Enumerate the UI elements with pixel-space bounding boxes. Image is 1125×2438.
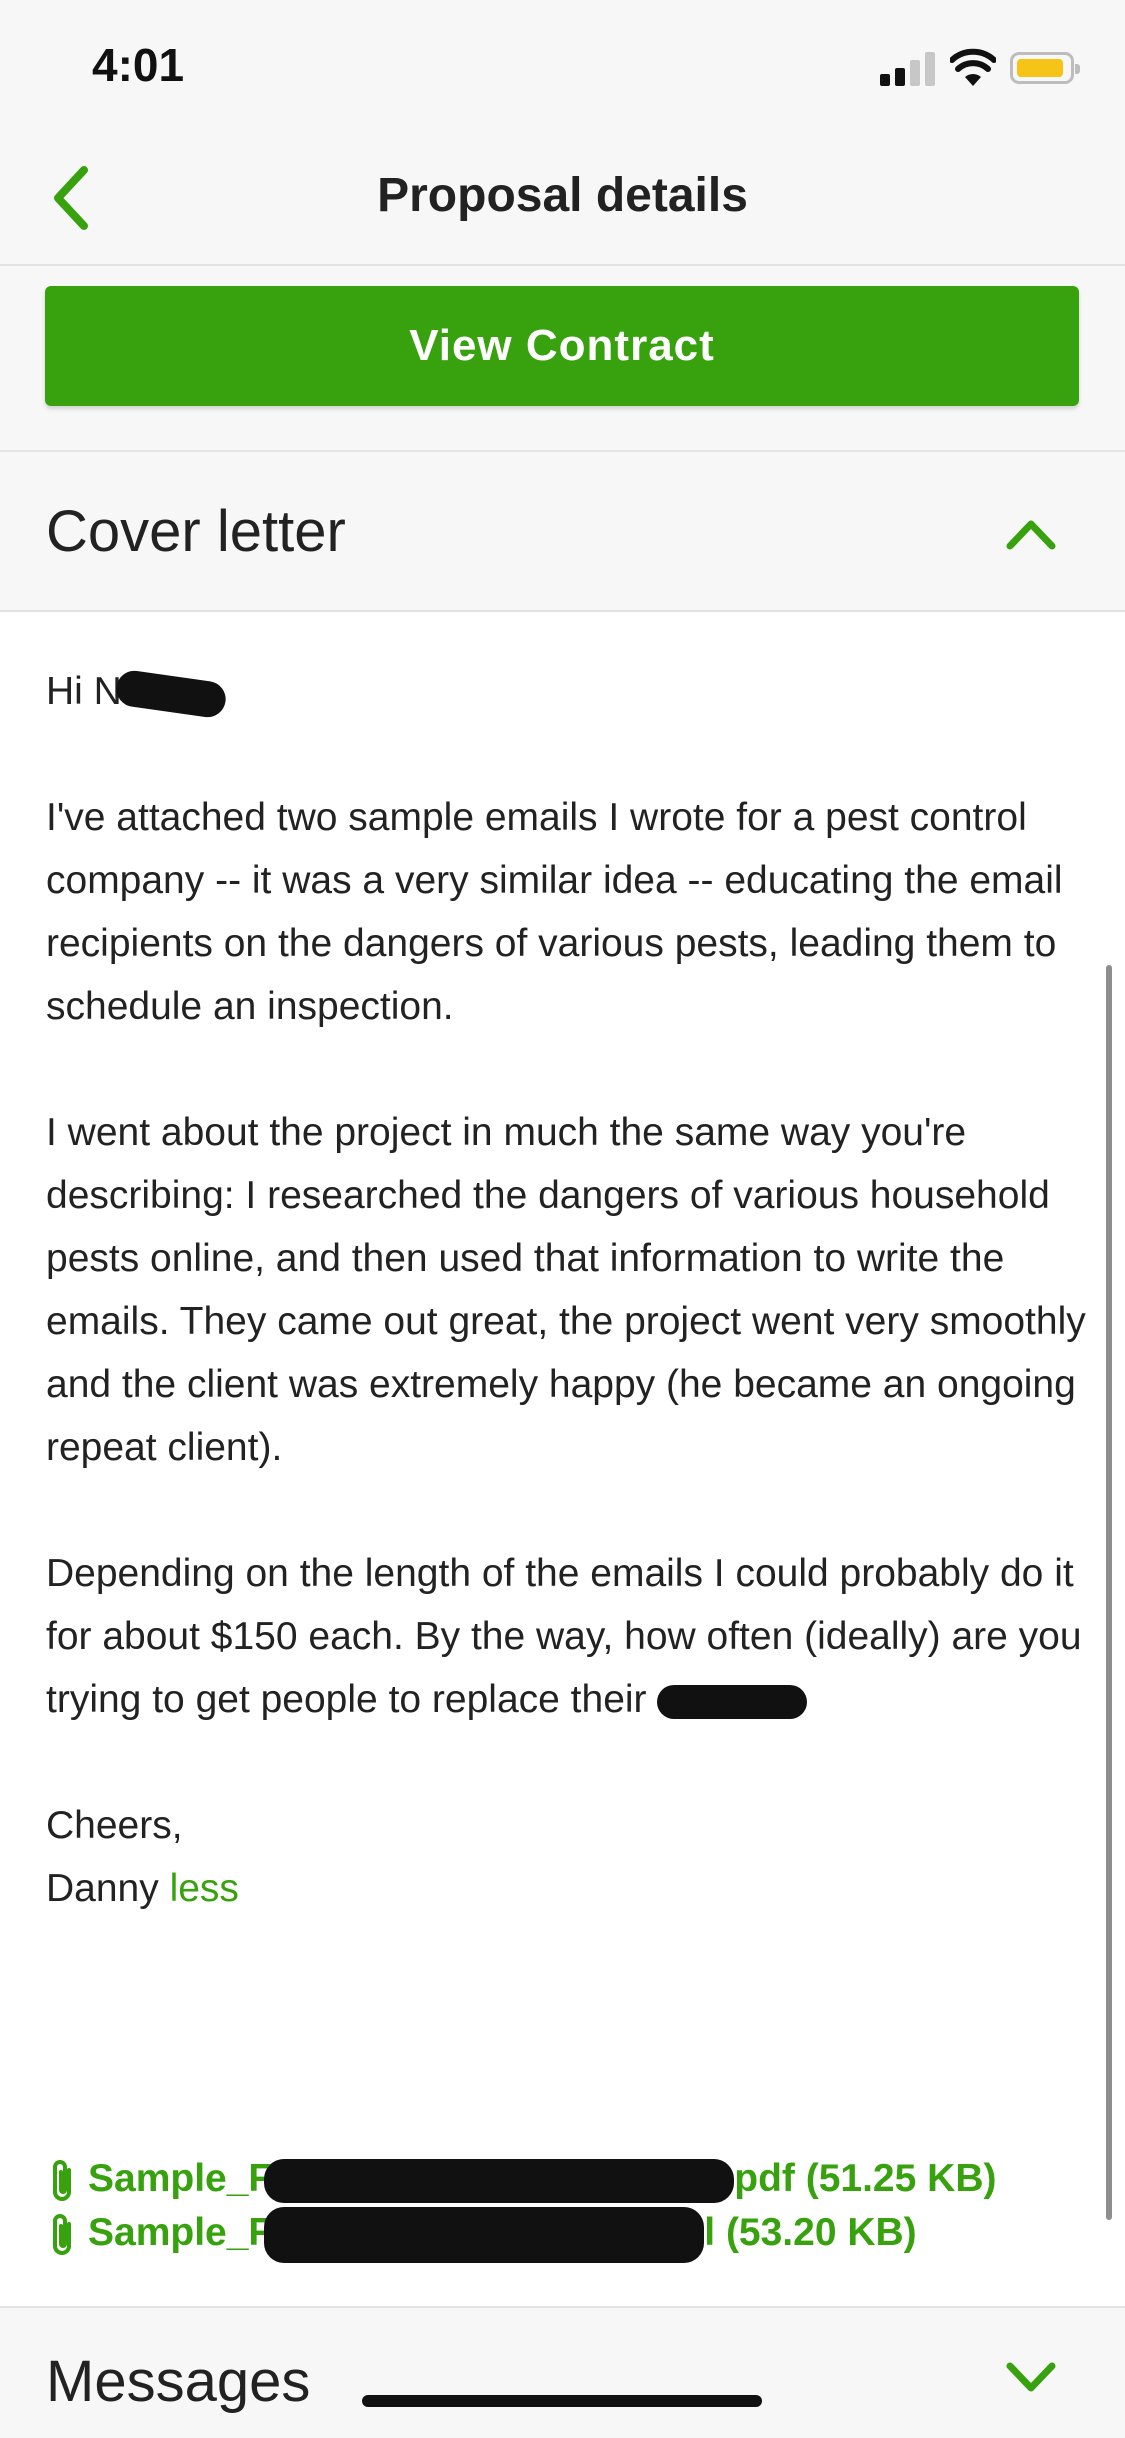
contract-section: View Contract: [0, 266, 1125, 452]
redacted-text: [657, 1684, 808, 1719]
chevron-down-icon[interactable]: [1004, 2358, 1058, 2398]
cover-letter-header[interactable]: Cover letter: [0, 452, 1125, 612]
letter-paragraph: I went about the project in much the sam…: [46, 1111, 1097, 1469]
less-link[interactable]: less: [170, 1867, 239, 1910]
status-bar: 4:01: [0, 0, 1125, 140]
status-time: 4:01: [92, 39, 185, 91]
attachment-size: (53.20 KB): [725, 2211, 917, 2254]
letter-greeting: Hi N: [46, 660, 1086, 723]
attachment-size: (51.25 KB): [805, 2157, 997, 2200]
attachment-link[interactable]: Sample_F l (53.20 KB): [46, 2206, 1106, 2263]
wifi-icon: [950, 48, 996, 86]
letter-signature-line: Danny less: [46, 1857, 1086, 1920]
signature: Danny: [46, 1867, 159, 1910]
attachment-link[interactable]: Sample_F pdf (51.25 KB): [46, 2152, 1106, 2206]
cellular-signal-icon: [880, 52, 940, 86]
view-contract-button[interactable]: View Contract: [45, 286, 1079, 406]
cover-letter-body: Hi N I've attached two sample emails I w…: [46, 660, 1086, 1920]
letter-paragraph: I've attached two sample emails I wrote …: [46, 796, 1074, 1028]
messages-title: Messages: [46, 2349, 311, 2414]
messages-header[interactable]: Messages: [0, 2306, 1125, 2438]
redacted-filename: [264, 2158, 735, 2203]
home-indicator: [362, 2395, 762, 2407]
attachments-list: Sample_F pdf (51.25 KB) Sample_F l (53.20 …: [46, 2152, 1106, 2263]
letter-paragraph: Depending on the length of the emails I …: [46, 1552, 1093, 1721]
battery-icon: [1010, 52, 1080, 84]
redacted-name: [113, 668, 228, 720]
redacted-filename: [264, 2206, 705, 2263]
paperclip-icon: [53, 2213, 71, 2255]
page-title: Proposal details: [377, 169, 748, 222]
paperclip-icon: [53, 2159, 71, 2201]
letter-sign-off: Cheers,: [46, 1804, 183, 1847]
nav-bar: Proposal details: [0, 140, 1125, 266]
scrollbar[interactable]: [1106, 965, 1112, 2220]
chevron-up-icon[interactable]: [1004, 514, 1058, 554]
cover-letter-title: Cover letter: [46, 499, 346, 564]
